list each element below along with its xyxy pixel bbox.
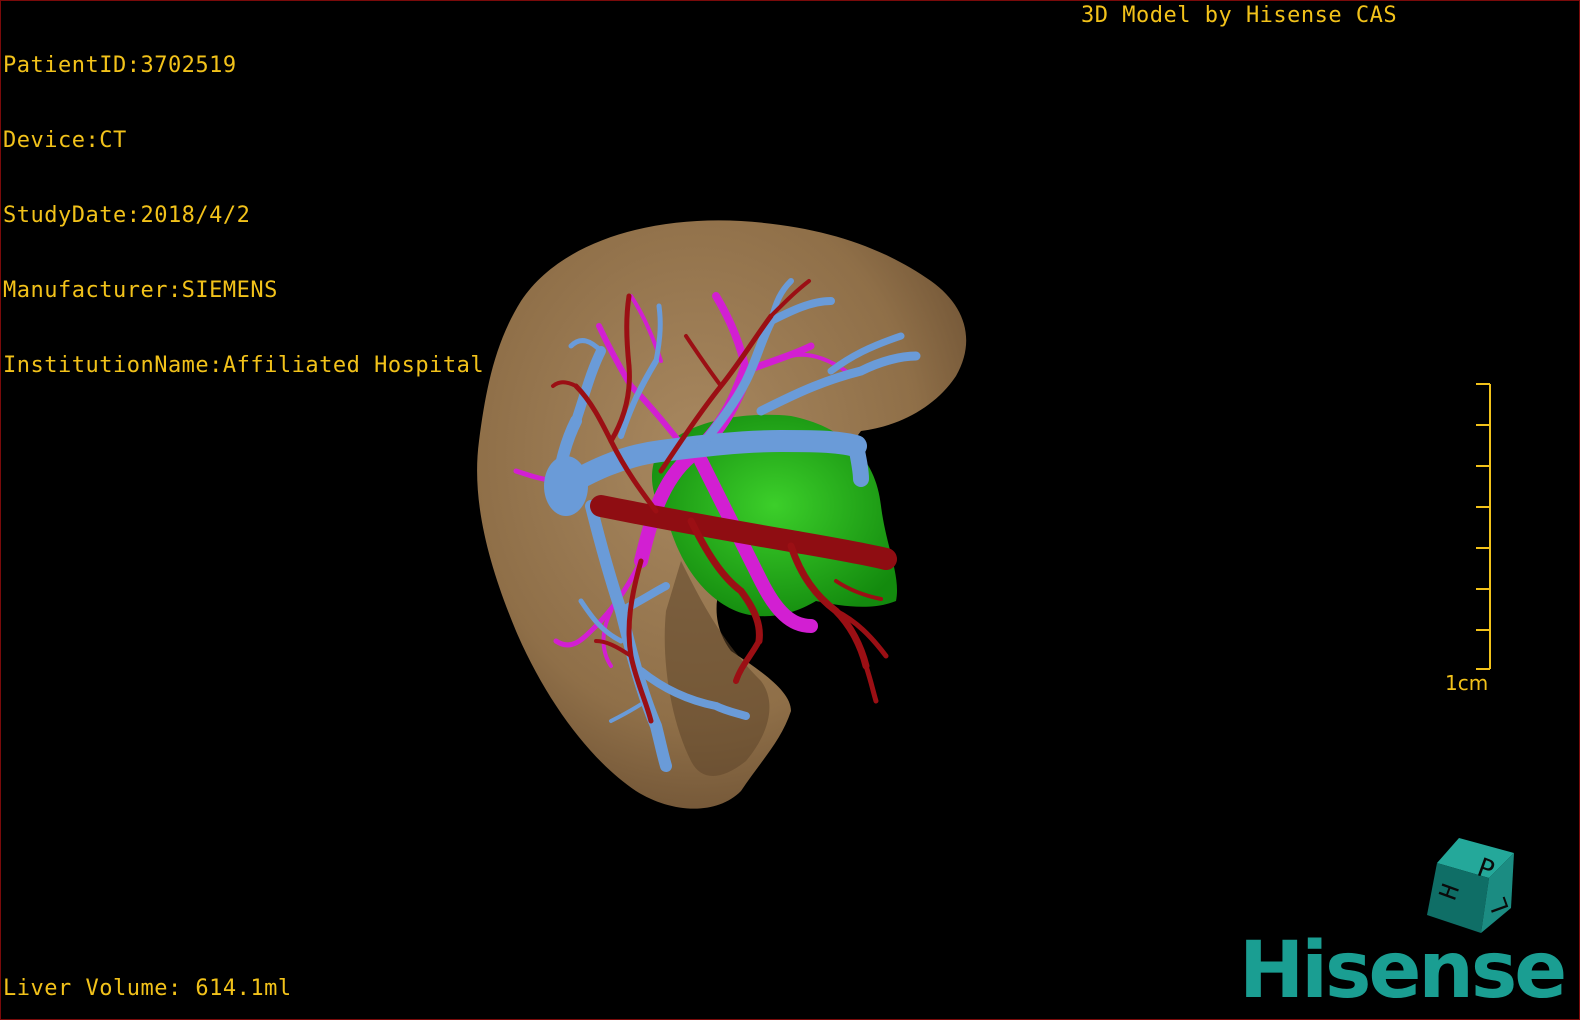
hisense-logo: Hisense: [1239, 926, 1567, 1016]
scale-label: 1cm: [1445, 671, 1489, 695]
orientation-cube[interactable]: P H L: [1419, 833, 1524, 938]
scale-bar: [1476, 383, 1491, 670]
liver-model-render[interactable]: [1, 1, 1579, 1019]
liver-volume-text: Liver Volume: 614.1ml: [3, 976, 292, 1001]
3d-viewport[interactable]: PatientID:3702519 Device:CT StudyDate:20…: [0, 0, 1580, 1020]
